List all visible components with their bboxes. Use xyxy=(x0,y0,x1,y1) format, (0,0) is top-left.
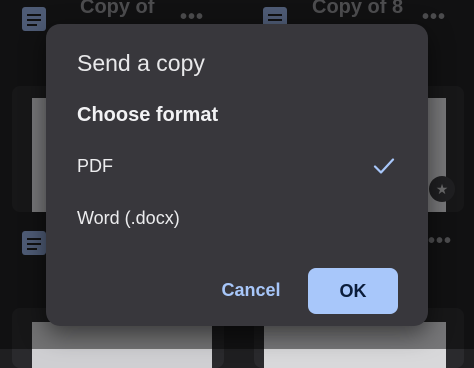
dialog-subtitle: Choose format xyxy=(77,104,219,126)
ok-button[interactable]: OK xyxy=(308,268,398,314)
cancel-button[interactable]: Cancel xyxy=(212,268,290,312)
send-copy-dialog: Send a copy Choose format PDF Word (.doc… xyxy=(46,24,428,326)
format-option-pdf[interactable]: PDF xyxy=(46,144,428,188)
option-label: Word (.docx) xyxy=(77,208,180,228)
dialog-title: Send a copy xyxy=(77,50,205,76)
option-label: PDF xyxy=(77,156,113,176)
check-icon xyxy=(373,158,395,174)
format-option-docx[interactable]: Word (.docx) xyxy=(46,196,428,240)
